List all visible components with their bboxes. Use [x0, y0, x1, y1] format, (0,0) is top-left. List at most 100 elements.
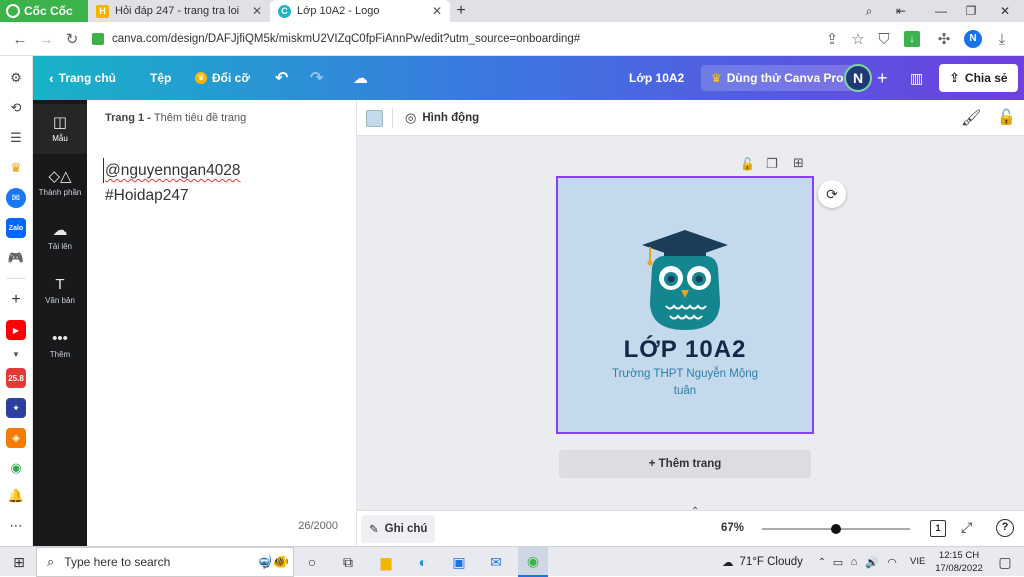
share-button[interactable]: ⇪ Chia sẻ — [939, 64, 1018, 92]
cloud-sync-icon[interactable]: ☁ — [353, 56, 368, 100]
animate-button[interactable]: ◎ Hình động — [405, 100, 479, 136]
notes-list-icon[interactable]: ☰ — [6, 128, 26, 148]
reload-icon[interactable]: ↻ — [60, 22, 84, 56]
background-color-swatch[interactable] — [366, 110, 383, 127]
add-page-icon[interactable]: ⊞ — [793, 155, 804, 171]
redo-icon[interactable]: ↷ — [310, 56, 323, 100]
back-history-icon[interactable]: ⇤ — [888, 0, 914, 22]
new-tab-button[interactable]: + — [452, 0, 470, 22]
notes-panel: Trang 1 - Thêm tiêu đề trang @nguyenngan… — [87, 100, 357, 546]
edge-icon[interactable]: ◐ — [408, 547, 438, 577]
close-tab-icon[interactable]: ✕ — [432, 4, 442, 18]
analytics-icon[interactable]: ▥ — [910, 56, 923, 100]
page-label[interactable]: Trang 1 - Thêm tiêu đề trang — [105, 112, 246, 124]
rail-item-templates[interactable]: ◫ Mẫu — [33, 104, 87, 154]
mail-icon[interactable]: ✉ — [481, 547, 511, 577]
downloads-icon[interactable]: ⤓ — [990, 22, 1014, 56]
browser-brand[interactable]: Cốc Cốc — [0, 0, 88, 22]
cortana-icon[interactable]: ○ — [297, 547, 327, 577]
back-icon[interactable]: ← — [8, 22, 32, 56]
design-title[interactable]: Lớp 10A2 — [629, 56, 684, 100]
forward-icon[interactable]: → — [34, 22, 58, 56]
tab-canva[interactable]: C Lớp 10A2 - Logo ✕ — [270, 0, 450, 22]
close-window-icon[interactable]: ✕ — [992, 0, 1018, 22]
zalo-icon[interactable]: Zalo — [6, 218, 26, 238]
rail-item-more[interactable]: ••• Thêm — [33, 320, 87, 370]
extensions-icon[interactable]: ✣ — [932, 22, 956, 56]
shopping-icon[interactable]: ◈ — [6, 428, 26, 448]
subtitle-line: tuân — [673, 385, 697, 397]
shield-icon[interactable]: ⛉ — [872, 22, 896, 56]
wifi-icon[interactable]: ◠ — [884, 547, 900, 577]
notes-textarea[interactable]: @nguyenngan4028 #Hoidap247 — [103, 158, 241, 208]
notes-toggle-button[interactable]: ✎ Ghi chú — [361, 515, 436, 543]
share-page-icon[interactable]: ⇪ — [820, 22, 844, 56]
bookmark-star-icon[interactable]: ☆ — [846, 22, 870, 56]
design-canvas[interactable]: LỚP 10A2 Trường THPT Nguyễn Mộng tuân — [556, 176, 814, 434]
tab-hoidap[interactable]: H Hỏi đáp 247 - trang tra loi ✕ — [88, 0, 270, 22]
task-view-icon[interactable]: ⧉ — [333, 547, 363, 577]
minimize-icon[interactable]: — — [928, 0, 954, 22]
action-center-icon[interactable]: ▢ — [990, 547, 1020, 577]
windows-start-icon[interactable]: ⊞ — [4, 547, 34, 577]
file-menu[interactable]: Tệp — [150, 56, 171, 100]
battery-icon[interactable]: ▭ — [830, 547, 846, 577]
zoom-level[interactable]: 67% — [721, 522, 744, 534]
address-bar[interactable]: canva.com/design/DAFJjfiQM5k/miskmU2VIZq… — [92, 27, 812, 51]
store-icon[interactable]: ▣ — [444, 547, 474, 577]
chevron-down-icon[interactable]: ▼ — [6, 344, 26, 364]
download-green-icon[interactable]: ↓ — [900, 22, 924, 56]
lock-icon[interactable]: 🔓 — [997, 108, 1016, 126]
undo-icon[interactable]: ↶ — [275, 56, 288, 100]
history-icon[interactable]: ⟲ — [6, 98, 26, 118]
game-controller-icon[interactable]: 🎮 — [6, 248, 26, 268]
network-icon[interactable]: ⌂ — [846, 547, 862, 577]
restore-icon[interactable]: ❐ — [958, 0, 984, 22]
add-page-button[interactable]: + Thêm trang — [559, 450, 811, 478]
tray-chevron-icon[interactable]: ⌃ — [814, 547, 830, 577]
design-title-text[interactable]: LỚP 10A2 — [558, 336, 812, 364]
fullscreen-icon[interactable]: ⤢ — [961, 519, 972, 536]
game-app-icon[interactable]: ✦ — [6, 398, 26, 418]
add-collaborator-icon[interactable]: + — [877, 56, 888, 100]
resize-label: Đổi cỡ — [212, 71, 250, 85]
maps-icon[interactable]: ◉ — [6, 458, 26, 478]
close-tab-icon[interactable]: ✕ — [252, 4, 262, 18]
search-tabs-icon[interactable]: ⌕ — [856, 0, 882, 22]
try-pro-button[interactable]: ♛ Dùng thử Canva Pro — [701, 65, 854, 91]
home-link[interactable]: ‹ Trang chủ — [49, 56, 116, 100]
profile-avatar[interactable]: N — [961, 22, 985, 56]
crown-icon[interactable]: ♛ — [6, 158, 26, 178]
add-icon[interactable]: + — [6, 290, 26, 310]
youtube-icon[interactable]: ▶ — [6, 320, 26, 340]
duplicate-page-icon[interactable]: ❐ — [766, 156, 778, 172]
magic-refresh-button[interactable]: ⟳ — [818, 180, 846, 208]
more-dots-icon[interactable]: ⋯ — [6, 516, 26, 536]
cloud-icon: ☁ — [722, 557, 734, 569]
taskbar-search-box[interactable]: ⌕ Type here to search 🤿🐠 — [36, 547, 294, 577]
user-avatar[interactable]: N — [844, 56, 872, 100]
file-explorer-icon[interactable]: ▆ — [371, 547, 401, 577]
page-title-placeholder[interactable]: Thêm tiêu đề trang — [154, 112, 246, 124]
rail-item-uploads[interactable]: ☁ Tải lên — [33, 212, 87, 262]
help-button[interactable]: ? — [996, 519, 1014, 537]
zoom-slider-handle[interactable] — [831, 524, 841, 534]
settings-gear-icon[interactable]: ⚙ — [6, 68, 26, 88]
page-count-button[interactable]: 1 — [930, 520, 946, 537]
rail-item-elements[interactable]: ◇△ Thành phần — [33, 158, 87, 208]
lock-page-icon[interactable]: 🔓 — [740, 157, 755, 171]
resize-button[interactable]: ♛ Đổi cỡ — [195, 56, 250, 100]
design-subtitle-text[interactable]: Trường THPT Nguyễn Mộng tuân — [558, 366, 812, 400]
calendar-icon[interactable]: 25.8 — [6, 368, 26, 388]
weather-widget[interactable]: ☁ 71°F Cloudy — [722, 547, 803, 577]
volume-icon[interactable]: 🔊 — [864, 547, 880, 577]
language-indicator[interactable]: VIE — [910, 556, 925, 567]
coccoc-taskbar-icon[interactable]: ◉ — [518, 547, 548, 577]
messenger-icon[interactable]: ✉ — [6, 188, 26, 208]
upload-icon: ☁ — [52, 222, 68, 239]
paint-roller-icon[interactable]: 🖌 — [961, 108, 981, 128]
notification-bell-icon[interactable]: 🔔 — [6, 486, 26, 506]
clock[interactable]: 12:15 CH 17/08/2022 — [934, 549, 984, 575]
share-label: Chia sẻ — [964, 71, 1008, 85]
rail-item-text[interactable]: T Văn bản — [33, 266, 87, 316]
